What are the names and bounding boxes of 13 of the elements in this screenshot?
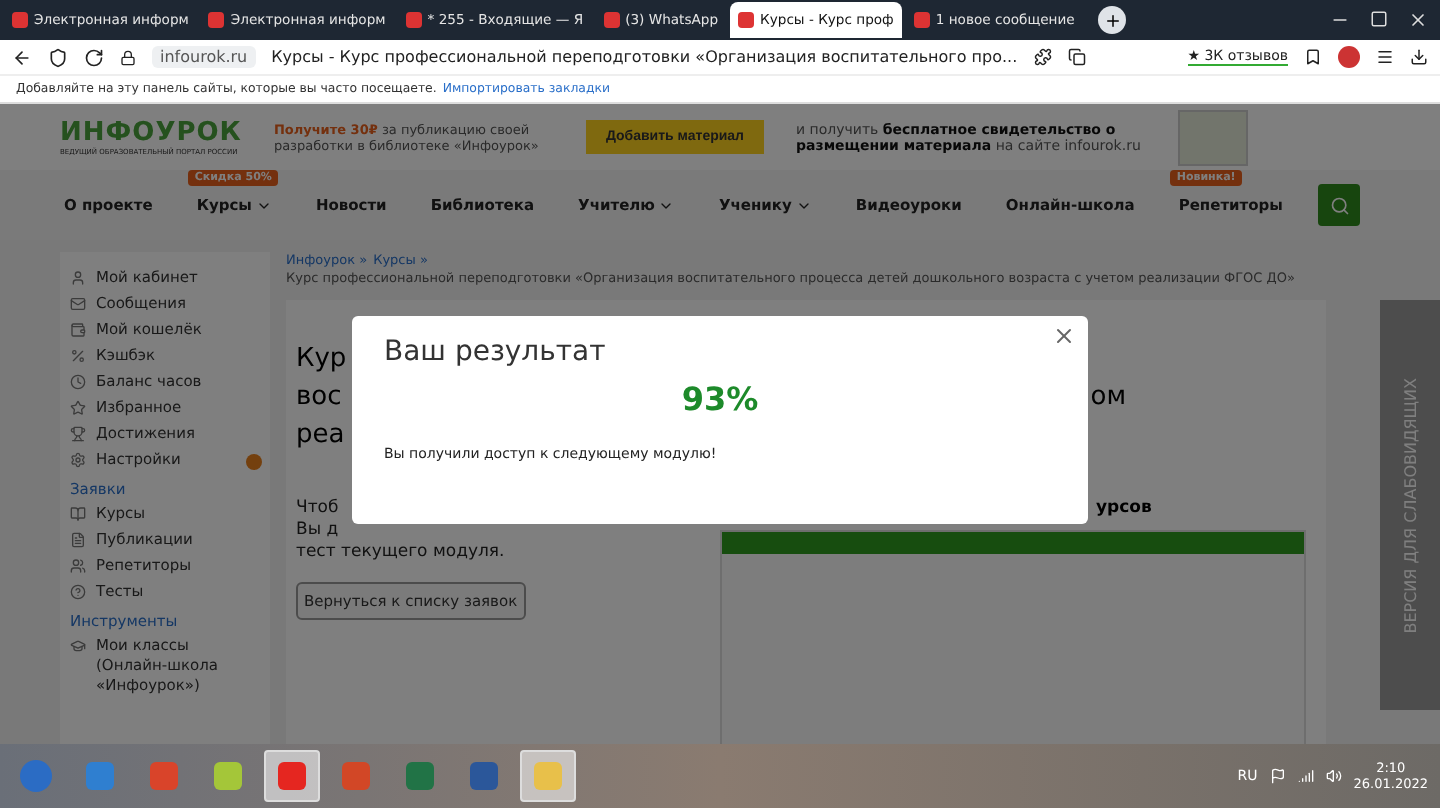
paragraph-fragment: Чтоб: [296, 498, 341, 520]
heading-fragment: Кур: [296, 342, 347, 378]
heading-fragment: ом: [1090, 380, 1126, 416]
dialog-title: Ваш результат: [384, 336, 608, 368]
heading-fragment: урсов: [1096, 498, 1152, 518]
paragraph-fragment: Вы д: [296, 520, 341, 542]
heading-fragment: реа: [296, 418, 345, 454]
page-title: Курсы - Курс профессиональной переподготовки «Организация воспитательного про...: [271, 48, 1018, 66]
logo: ИНФОУРОК: [60, 118, 242, 148]
paragraph-fragment: тест текущего модуля.: [296, 542, 507, 564]
domain-text: infourok.ru: [152, 46, 256, 68]
score-value: 93%: [681, 380, 759, 418]
heading-fragment: вос: [296, 380, 342, 416]
